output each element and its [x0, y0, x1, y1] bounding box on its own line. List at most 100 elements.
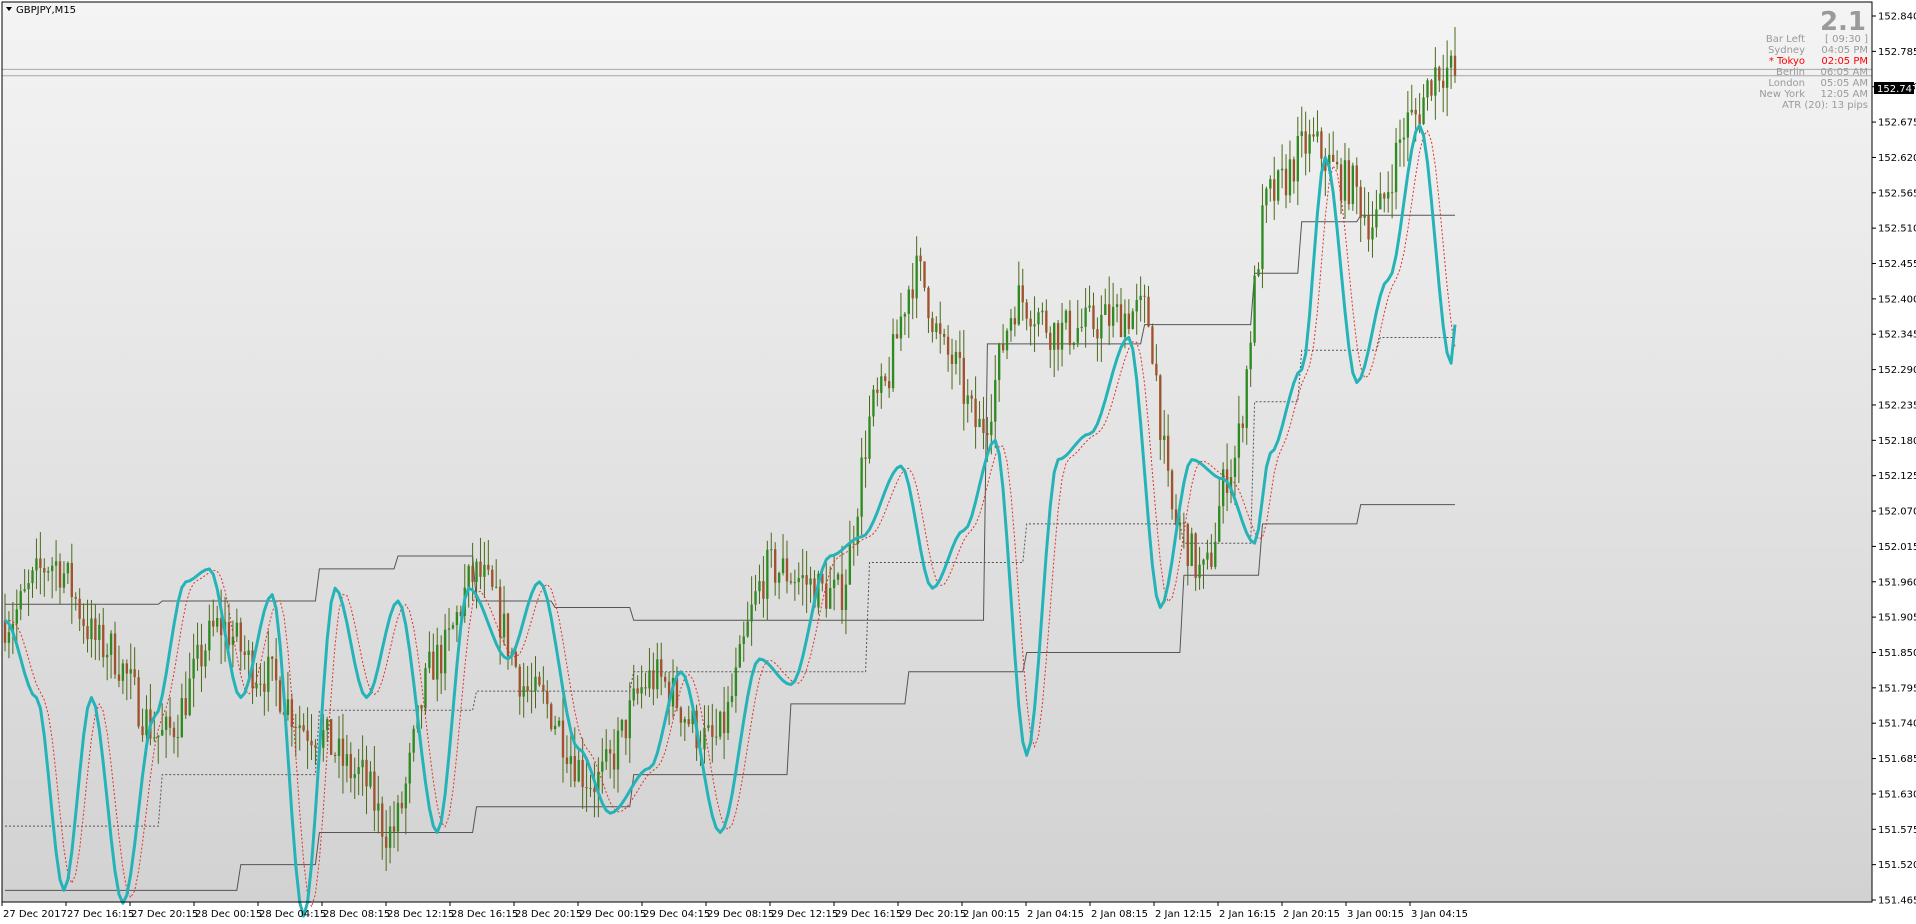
candle-body: [605, 749, 608, 762]
candle-body: [687, 719, 690, 725]
candle: [1253, 265, 1256, 346]
candle-body: [62, 573, 66, 588]
candle-body: [805, 575, 808, 585]
candle-body: [561, 720, 565, 758]
y-tick-label: 152.675: [1878, 118, 1916, 129]
candle-body: [1170, 470, 1174, 510]
candle-body: [102, 624, 105, 658]
candle-body: [1088, 305, 1091, 308]
x-tick-label: 29 Dec 16:15: [835, 909, 902, 920]
candle-body: [726, 701, 730, 734]
candle-body: [1131, 311, 1134, 329]
candle-body: [39, 558, 42, 569]
info-row-value: [ 09:30 ]: [1825, 34, 1868, 45]
candle-body: [1166, 435, 1170, 471]
info-row-value: 05:05 AM: [1821, 78, 1868, 89]
x-tick-label: 29 Dec 04:15: [643, 909, 710, 920]
candle-body: [491, 569, 494, 587]
candle-body: [801, 575, 804, 579]
candle-body: [1257, 269, 1260, 276]
candle-body: [27, 583, 30, 590]
candle-body: [978, 418, 981, 428]
candle-body: [502, 613, 506, 638]
y-tick-label: 151.465: [1878, 896, 1916, 907]
candle-body: [506, 613, 510, 657]
candle-body: [1273, 179, 1276, 201]
candle-body: [176, 737, 180, 739]
candle-body: [856, 516, 859, 545]
candle-body: [412, 728, 415, 753]
candle-body: [1434, 67, 1437, 96]
candle-body: [797, 578, 800, 583]
candle-body: [1406, 112, 1410, 138]
candle-body: [884, 376, 887, 382]
x-tick-label: 2 Jan 00:15: [963, 909, 1020, 920]
candle-body: [1398, 139, 1402, 143]
candle-body: [274, 658, 278, 681]
x-tick-label: 29 Dec 20:15: [899, 909, 966, 920]
candle-body: [117, 674, 121, 681]
candle-body: [1159, 375, 1162, 441]
candle-body: [1096, 329, 1099, 339]
candle-body: [447, 628, 451, 630]
x-tick-label: 28 Dec 08:15: [323, 909, 390, 920]
candle-body: [522, 686, 525, 697]
candle-body: [1100, 314, 1103, 339]
candle-body: [581, 759, 584, 788]
candle-body: [612, 753, 616, 770]
candle-body: [1021, 285, 1024, 303]
candle-body: [396, 802, 400, 832]
current-price-text: 152.747: [1877, 84, 1916, 95]
candle-body: [377, 803, 380, 811]
candle-body: [314, 745, 317, 748]
candle-body: [19, 591, 22, 610]
y-tick-label: 151.685: [1878, 754, 1916, 765]
candle-body: [1387, 192, 1390, 199]
candle-body: [652, 670, 655, 690]
candle-body: [137, 677, 140, 727]
candle-body: [785, 558, 789, 582]
candle-body: [1426, 80, 1429, 98]
candle-body: [636, 688, 639, 694]
chart: 152.840152.785152.730152.675152.620152.5…: [1, 1, 1916, 920]
candle-body: [1449, 55, 1453, 68]
candle-body: [1182, 522, 1186, 524]
y-tick-label: 151.740: [1878, 719, 1916, 730]
candle-body: [746, 621, 749, 637]
candle-body: [172, 727, 176, 738]
candle-body: [495, 586, 498, 588]
candle-body: [1206, 552, 1209, 560]
candle-body: [683, 719, 686, 723]
candle-body: [852, 543, 855, 545]
candle-body: [707, 725, 710, 728]
candle-body: [577, 759, 580, 782]
candle-body: [711, 725, 714, 737]
x-tick-label: 3 Jan 00:15: [1347, 909, 1404, 920]
candle-body: [777, 572, 781, 583]
y-tick-label: 152.400: [1878, 294, 1916, 305]
candle-body: [1269, 179, 1272, 189]
candle-body: [1430, 80, 1433, 96]
candle-body: [1288, 159, 1292, 196]
candle-body: [1296, 136, 1299, 182]
candle-body: [1355, 165, 1358, 187]
candle-body: [227, 622, 231, 645]
candle: [137, 670, 140, 729]
candle-body: [1214, 541, 1217, 567]
candle-body: [1060, 322, 1064, 350]
y-tick-label: 152.455: [1878, 259, 1916, 270]
x-tick-label: 28 Dec 04:15: [259, 909, 326, 920]
candle-body: [1210, 552, 1213, 567]
x-tick-label: 28 Dec 16:15: [451, 909, 518, 920]
candle-body: [1001, 344, 1005, 351]
info-row-value: 04:05 PM: [1821, 45, 1868, 56]
candle-body: [278, 680, 282, 712]
candle-body: [1276, 170, 1280, 201]
info-row-value: 06:05 AM: [1821, 67, 1868, 78]
candle-body: [585, 787, 588, 789]
window-header: GBPJPY,M15: [6, 5, 76, 16]
candle-body: [557, 720, 561, 726]
candle-body: [1261, 205, 1264, 270]
candle-body: [326, 719, 329, 731]
candle-body: [514, 651, 518, 667]
